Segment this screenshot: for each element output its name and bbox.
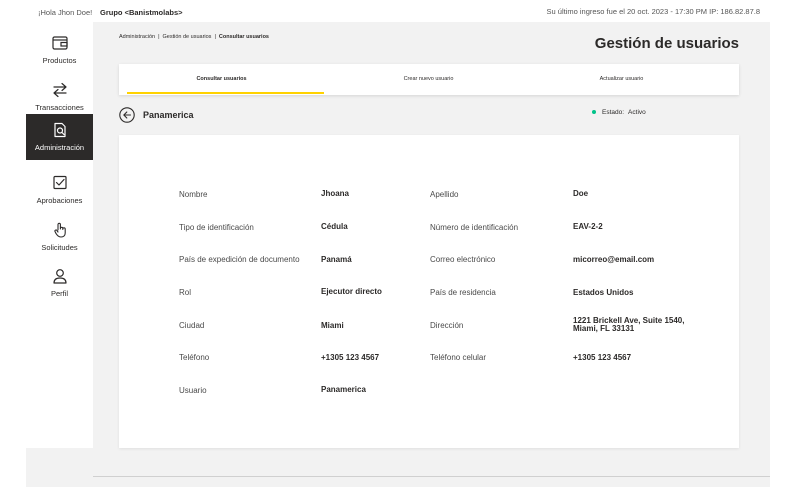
tab-consultar-usuarios[interactable]: Consultar usuarios bbox=[119, 64, 324, 95]
sidebar-item-label: Perfil bbox=[50, 289, 69, 298]
sidebar-item-label: Transacciones bbox=[35, 103, 84, 112]
sidebar-item-perfil[interactable]: Perfil bbox=[26, 260, 93, 306]
entity-name: Panamerica bbox=[143, 110, 194, 120]
document-search-icon bbox=[53, 122, 66, 138]
tab-bar: Consultar usuarios Crear nuevo usuario A… bbox=[119, 64, 739, 95]
field-value-tipo-identificacion: Cédula bbox=[321, 222, 348, 231]
sidebar-item-label: Productos bbox=[42, 56, 77, 65]
company-group: Grupo <Banistmolabs> bbox=[100, 8, 183, 17]
checkbox-icon bbox=[52, 175, 67, 190]
field-value-apellido: Doe bbox=[573, 189, 589, 198]
field-value-pais-residencia: Estados Unidos bbox=[573, 288, 634, 297]
footer-divider bbox=[93, 476, 770, 477]
field-value-direccion-line2: Miami, FL 33131 bbox=[573, 324, 635, 333]
field-value-rol: Ejecutor directo bbox=[321, 287, 382, 296]
field-value-usuario: Panamerica bbox=[321, 385, 366, 394]
field-label-pais-residencia: País de residencia bbox=[430, 288, 496, 297]
sidebar: Productos Transacciones Administración A… bbox=[26, 22, 93, 448]
field-label-usuario: Usuario bbox=[179, 386, 207, 395]
page-title: Gestión de usuarios bbox=[594, 35, 739, 52]
field-label-rol: Rol bbox=[179, 288, 192, 297]
sidebar-item-label: Aprobaciones bbox=[36, 196, 83, 205]
status-value: Activo bbox=[628, 109, 646, 116]
field-label-direccion: Dirección bbox=[430, 321, 464, 330]
sidebar-item-productos[interactable]: Productos bbox=[26, 27, 93, 73]
status-dot bbox=[592, 110, 596, 115]
field-value-numero-identificacion: EAV-2-2 bbox=[573, 222, 603, 231]
field-value-telefono: +1305 123 4567 bbox=[321, 353, 380, 362]
back-arrow-icon[interactable] bbox=[119, 107, 135, 123]
sidebar-item-solicitudes[interactable]: Solicitudes bbox=[26, 214, 93, 260]
field-label-apellido: Apellido bbox=[430, 190, 459, 199]
tab-actualizar-usuario[interactable]: Actualizar usuario bbox=[519, 64, 724, 95]
sidebar-item-aprobaciones[interactable]: Aprobaciones bbox=[26, 167, 93, 213]
hand-pointer-icon bbox=[53, 222, 66, 238]
field-value-pais-expedicion: Panamá bbox=[321, 255, 352, 264]
tab-crear-nuevo-usuario[interactable]: Crear nuevo usuario bbox=[326, 64, 531, 95]
field-label-pais-expedicion: País de expedición de documento bbox=[179, 255, 300, 264]
field-label-nombre: Nombre bbox=[179, 190, 208, 199]
user-greeting: ¡Hola Jhon Doe! bbox=[38, 8, 93, 17]
sidebar-item-label: Administración bbox=[34, 143, 85, 152]
field-label-ciudad: Ciudad bbox=[179, 321, 205, 330]
breadcrumb-item-current: Consultar usuarios bbox=[218, 34, 269, 40]
field-label-telefono-celular: Teléfono celular bbox=[430, 353, 487, 362]
status-badge: Estado: Activo bbox=[592, 109, 646, 116]
field-label-numero-identificacion: Número de identificación bbox=[430, 223, 519, 232]
transfer-arrows-icon bbox=[52, 82, 67, 98]
status-label: Estado: bbox=[602, 109, 625, 116]
last-login-info: Su último ingreso fue el 20 oct. 2023 - … bbox=[546, 7, 760, 16]
user-details-card bbox=[119, 135, 739, 448]
user-icon bbox=[52, 269, 67, 284]
field-value-ciudad: Miami bbox=[321, 321, 344, 330]
field-value-telefono-celular: +1305 123 4567 bbox=[573, 353, 632, 362]
sidebar-item-label: Solicitudes bbox=[41, 243, 78, 252]
breadcrumb-item-gestion-usuarios[interactable]: Gestión de usuarios bbox=[163, 34, 212, 40]
breadcrumb-separator: | bbox=[214, 34, 216, 40]
field-label-tipo-identificacion: Tipo de identificación bbox=[179, 223, 254, 232]
top-bar: ¡Hola Jhon Doe! Grupo <Banistmolabs> Su … bbox=[0, 0, 796, 22]
breadcrumb: Administración | Gestión de usuarios | Consu… bbox=[119, 34, 269, 40]
field-label-telefono: Teléfono bbox=[179, 353, 210, 362]
wallet-icon bbox=[51, 36, 68, 50]
sidebar-item-administracion[interactable]: Administración bbox=[26, 114, 93, 160]
field-label-correo: Correo electrónico bbox=[430, 255, 496, 264]
breadcrumb-item-administracion[interactable]: Administración bbox=[119, 34, 155, 40]
breadcrumb-separator: | bbox=[158, 34, 160, 40]
field-value-correo: micorreo@email.com bbox=[573, 255, 655, 264]
field-value-nombre: Jhoana bbox=[321, 189, 350, 198]
